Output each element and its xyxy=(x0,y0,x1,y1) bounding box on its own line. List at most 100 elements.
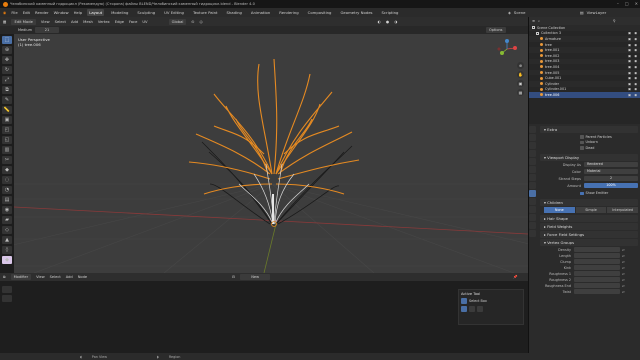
tool-value-field[interactable]: 21 xyxy=(35,27,59,33)
smooth-tool-icon[interactable]: ◔ xyxy=(2,186,12,194)
menu-render[interactable]: Render xyxy=(35,10,49,15)
options-dropdown[interactable]: Options xyxy=(486,27,506,33)
node-select-tool-icon[interactable] xyxy=(2,286,12,293)
extrude-tool-icon[interactable]: ▣ xyxy=(2,116,12,124)
scene-tab-icon[interactable] xyxy=(529,158,536,165)
render-toggle-icon[interactable]: ▣ xyxy=(628,71,631,75)
select-mode-subtract-icon[interactable] xyxy=(477,306,483,312)
render-toggle-icon[interactable]: ▣ xyxy=(628,59,631,63)
modifiers-tab-icon[interactable] xyxy=(529,182,536,189)
vertex-group-field[interactable] xyxy=(574,289,620,294)
view-layer-selector[interactable]: ViewLayer xyxy=(587,10,607,15)
scene-selector[interactable]: Scene xyxy=(514,10,526,15)
color-dropdown[interactable]: Material xyxy=(584,169,638,174)
output-tab-icon[interactable] xyxy=(529,142,536,149)
workspace-tab-animation[interactable]: Animation xyxy=(249,9,272,16)
shading-solid-icon[interactable]: ● xyxy=(386,20,389,24)
inset-tool-icon[interactable]: ◰ xyxy=(2,126,12,134)
filter-icon[interactable]: ⚲ xyxy=(613,19,616,23)
node-menu-select[interactable]: Select xyxy=(50,275,61,279)
visibility-eye-icon[interactable]: ◉ xyxy=(634,71,637,75)
shear-tool-icon[interactable]: ▰ xyxy=(2,216,12,224)
menu-mesh[interactable]: Mesh xyxy=(83,20,93,24)
render-toggle-icon[interactable]: ▣ xyxy=(628,82,631,86)
rotate-tool-icon[interactable]: ↻ xyxy=(2,66,12,74)
measure-tool-icon[interactable]: 📏 xyxy=(2,106,12,114)
3d-viewport[interactable] xyxy=(14,34,528,273)
menu-uv[interactable]: UV xyxy=(142,20,147,24)
visibility-eye-icon[interactable]: ◉ xyxy=(634,65,637,69)
node-menu-node[interactable]: Node xyxy=(78,275,87,279)
select-mode-extend-icon[interactable] xyxy=(469,306,475,312)
workspace-tab-rendering[interactable]: Rendering xyxy=(277,9,300,16)
visibility-eye-icon[interactable]: ◉ xyxy=(634,54,637,58)
children-interpolated-button[interactable]: Interpolated xyxy=(607,207,639,213)
outliner-item[interactable]: tree.006 ▣ ◉ xyxy=(529,92,640,98)
invert-toggle-icon[interactable]: ⇄ xyxy=(622,254,625,258)
workspace-tab-compositing[interactable]: Compositing xyxy=(306,9,334,16)
annotate-tool-icon[interactable]: ✎ xyxy=(2,96,12,104)
children-section-header[interactable]: ▾ Children xyxy=(540,199,638,206)
outliner-search-icon[interactable]: ⌕ xyxy=(538,19,540,23)
menu-vertex[interactable]: Vertex xyxy=(98,20,110,24)
strand-steps-field[interactable]: 2 xyxy=(584,176,638,181)
visibility-eye-icon[interactable]: ◉ xyxy=(634,31,637,35)
visibility-eye-icon[interactable]: ◉ xyxy=(634,93,637,97)
move-tool-icon[interactable]: ✥ xyxy=(2,56,12,64)
minimize-icon[interactable]: – xyxy=(617,1,619,6)
outliner-type-icon[interactable]: ≡ xyxy=(532,19,535,23)
vertex-group-field[interactable] xyxy=(574,265,620,270)
render-toggle-icon[interactable]: ▣ xyxy=(628,93,631,97)
invert-toggle-icon[interactable]: ⇄ xyxy=(622,260,625,264)
particles-tab-icon[interactable] xyxy=(529,190,536,197)
node-editor-mode-selector[interactable]: Modifier xyxy=(10,274,32,280)
display-as-dropdown[interactable]: Rendered xyxy=(584,162,638,167)
transform-tool-icon[interactable]: ⧉ xyxy=(2,86,12,94)
menu-edge[interactable]: Edge xyxy=(115,20,124,24)
physics-tab-icon[interactable] xyxy=(529,198,536,205)
visibility-eye-icon[interactable]: ◉ xyxy=(634,37,637,41)
vertex-group-field[interactable] xyxy=(574,253,620,258)
visibility-eye-icon[interactable]: ◉ xyxy=(634,48,637,52)
show-emitter-checkbox[interactable]: Show Emitter xyxy=(540,191,638,197)
orientation-selector[interactable]: Global xyxy=(168,18,187,25)
shrink-tool-icon[interactable]: ◉ xyxy=(2,206,12,214)
close-icon[interactable]: ✕ xyxy=(635,1,638,6)
new-node-tree-button[interactable]: New xyxy=(240,274,271,280)
tool-extra-icon[interactable]: ◆ xyxy=(2,256,12,264)
proportional-edit-icon[interactable]: ◎ xyxy=(199,20,202,24)
menu-window[interactable]: Window xyxy=(54,10,69,15)
workspace-tab-uv-editing[interactable]: UV Editing xyxy=(162,9,186,16)
workspace-tab-shading[interactable]: Shading xyxy=(224,9,243,16)
workspace-tab-scripting[interactable]: Scripting xyxy=(380,9,401,16)
cursor-tool-icon[interactable]: ⊕ xyxy=(2,46,12,54)
render-toggle-icon[interactable]: ▣ xyxy=(628,43,631,47)
vertex-groups-section-header[interactable]: ▾ Vertex Groups xyxy=(540,239,638,246)
render-toggle-icon[interactable]: ▣ xyxy=(628,31,631,35)
render-toggle-icon[interactable]: ▣ xyxy=(628,65,631,69)
workspace-tab-texture-paint[interactable]: Texture Paint xyxy=(191,9,220,16)
workspace-tab-modeling[interactable]: Modeling xyxy=(109,9,130,16)
navigation-gizmo[interactable] xyxy=(496,38,518,61)
view-layer-tab-icon[interactable] xyxy=(529,150,536,157)
scale-tool-icon[interactable]: ⤢ xyxy=(2,76,12,84)
tool-tab-icon[interactable] xyxy=(529,126,536,133)
vertex-group-field[interactable] xyxy=(574,247,620,252)
edge-crease-tool-icon[interactable]: ◊ xyxy=(2,246,12,254)
invert-toggle-icon[interactable]: ⇄ xyxy=(622,272,625,276)
node-menu-view[interactable]: View xyxy=(36,275,45,279)
bevel-tool-icon[interactable]: ◱ xyxy=(2,136,12,144)
select-mode-set-icon[interactable] xyxy=(461,306,467,312)
edge-slide-tool-icon[interactable]: ▤ xyxy=(2,196,12,204)
select-box-icon[interactable] xyxy=(461,298,467,304)
invert-toggle-icon[interactable]: ⇄ xyxy=(622,278,625,282)
menu-add[interactable]: Add xyxy=(71,20,78,24)
object-tab-icon[interactable] xyxy=(529,174,536,181)
menu-help[interactable]: Help xyxy=(74,10,83,15)
node-annotate-tool-icon[interactable] xyxy=(2,295,12,302)
menu-face[interactable]: Face xyxy=(129,20,137,24)
perspective-toggle-icon[interactable]: ▦ xyxy=(517,89,524,96)
menu-file[interactable]: File xyxy=(11,10,17,15)
workspace-tab-layout[interactable]: Layout xyxy=(87,9,105,16)
spin-tool-icon[interactable]: ◌ xyxy=(2,176,12,184)
